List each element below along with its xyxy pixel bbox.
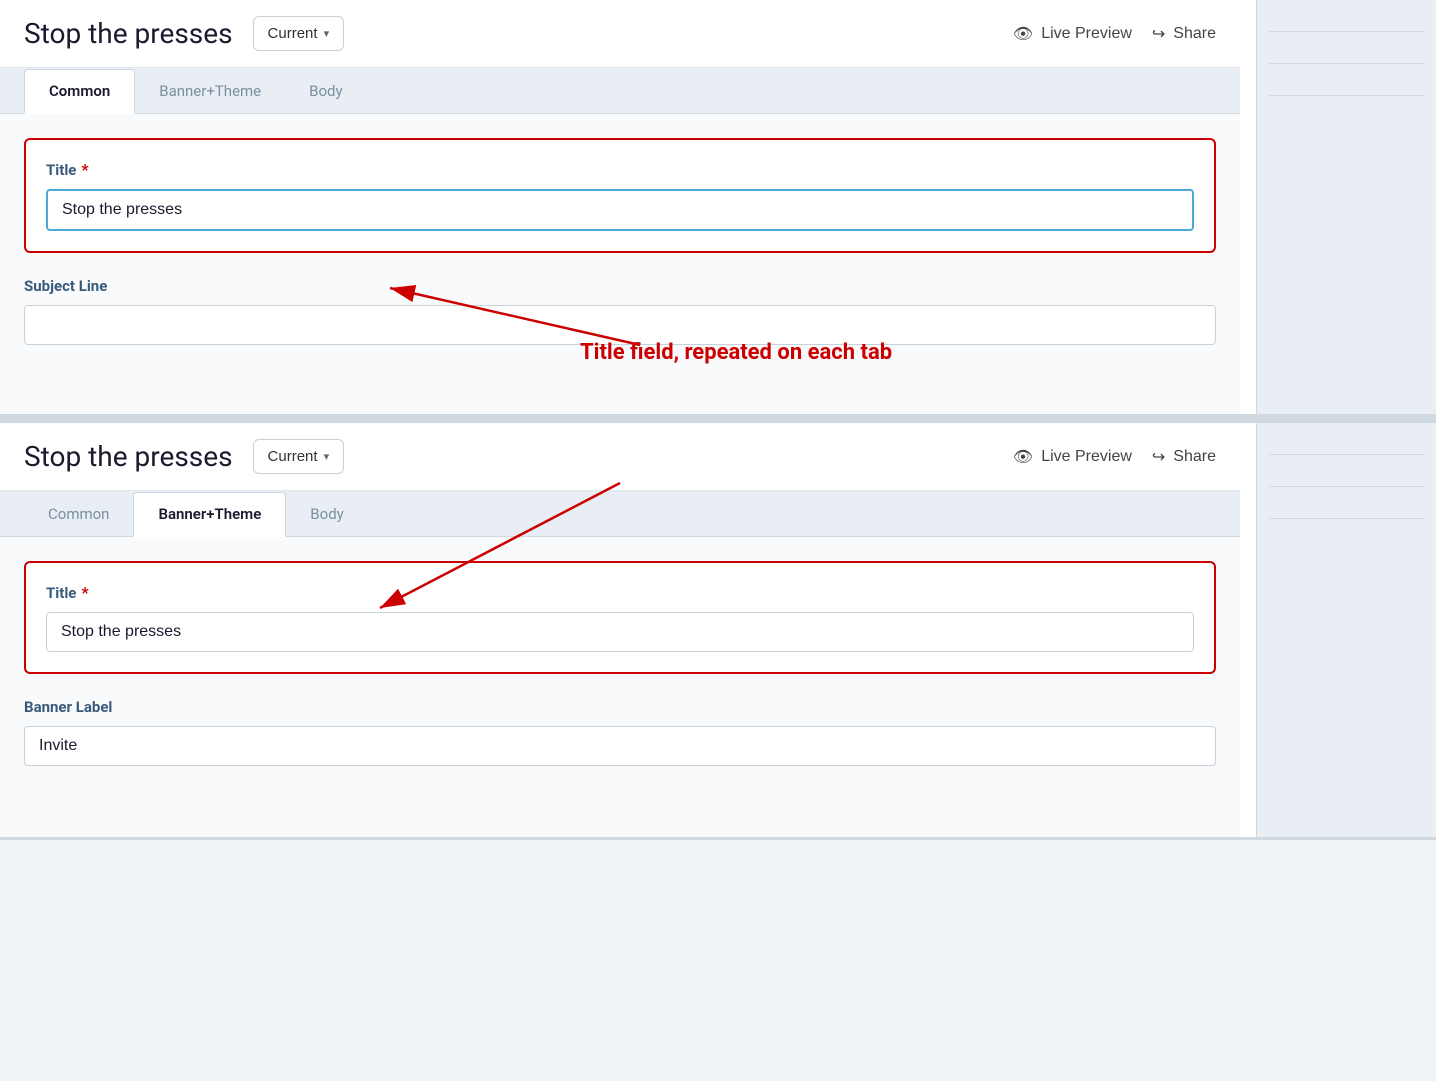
live-preview-label-2: Live Preview <box>1041 448 1132 466</box>
subject-line-input-1[interactable] <box>24 305 1216 345</box>
header-bar-1: Stop the presses Current ▾ 👁 Live Previe… <box>0 0 1240 68</box>
eye-icon-1: 👁 <box>1013 24 1033 44</box>
title-section-highlight-2: Title * <box>24 561 1216 674</box>
share-icon-2: ↪ <box>1152 447 1165 467</box>
header-bar-2: Stop the presses Current ▾ 👁 Live Previe… <box>0 423 1240 491</box>
dropdown-label-1: Current <box>268 25 318 42</box>
share-button-1[interactable]: ↪ Share <box>1152 24 1216 44</box>
header-right-1: 👁 Live Preview ↪ Share <box>1013 24 1216 44</box>
tab-banner-theme-2[interactable]: Banner+Theme <box>133 492 286 537</box>
title-input-1[interactable] <box>46 189 1194 231</box>
content-area-1: Title * Subject Line <box>0 114 1240 414</box>
current-dropdown-2[interactable]: Current ▾ <box>253 439 345 474</box>
share-button-2[interactable]: ↪ Share <box>1152 447 1216 467</box>
header-right-2: 👁 Live Preview ↪ Share <box>1013 447 1216 467</box>
title-input-2[interactable] <box>46 612 1194 652</box>
tab-bar-1: Common Banner+Theme Body <box>0 68 1240 114</box>
share-icon-1: ↪ <box>1152 24 1165 44</box>
title-field-label-2: Title * <box>46 583 1194 602</box>
required-star-2: * <box>81 583 88 602</box>
chevron-icon-1: ▾ <box>324 27 330 40</box>
panel-section-2: Stop the presses Current ▾ 👁 Live Previe… <box>0 423 1436 840</box>
live-preview-label-1: Live Preview <box>1041 25 1132 43</box>
share-label-1: Share <box>1173 25 1216 43</box>
content-area-2: Title * Banner Label <box>0 537 1240 837</box>
eye-icon-2: 👁 <box>1013 447 1033 467</box>
dropdown-label-2: Current <box>268 448 318 465</box>
annotation-text: Title field, repeated on each tab <box>580 340 892 365</box>
subject-line-group-1: Subject Line <box>24 277 1216 345</box>
subject-line-label-1: Subject Line <box>24 277 1216 295</box>
tab-banner-theme-1[interactable]: Banner+Theme <box>135 70 285 114</box>
share-label-2: Share <box>1173 448 1216 466</box>
live-preview-button-1[interactable]: 👁 Live Preview <box>1013 24 1132 44</box>
page-title-2: Stop the presses <box>24 440 233 473</box>
banner-label-input[interactable] <box>24 726 1216 766</box>
page-title-1: Stop the presses <box>24 17 233 50</box>
tab-body-2[interactable]: Body <box>286 493 367 537</box>
title-section-highlight-1: Title * <box>24 138 1216 253</box>
live-preview-button-2[interactable]: 👁 Live Preview <box>1013 447 1132 467</box>
tab-common-2[interactable]: Common <box>24 493 133 537</box>
right-strip-2 <box>1256 423 1436 837</box>
required-star-1: * <box>81 160 88 179</box>
tab-common-1[interactable]: Common <box>24 69 135 114</box>
panel-section-1: Stop the presses Current ▾ 👁 Live Previe… <box>0 0 1436 417</box>
chevron-icon-2: ▾ <box>324 450 330 463</box>
current-dropdown-1[interactable]: Current ▾ <box>253 16 345 51</box>
banner-label-label: Banner Label <box>24 698 1216 716</box>
title-field-label-1: Title * <box>46 160 1194 179</box>
tab-body-1[interactable]: Body <box>285 70 366 114</box>
tab-bar-2: Common Banner+Theme Body <box>0 491 1240 537</box>
banner-label-group: Banner Label <box>24 698 1216 766</box>
right-strip-1 <box>1256 0 1436 414</box>
